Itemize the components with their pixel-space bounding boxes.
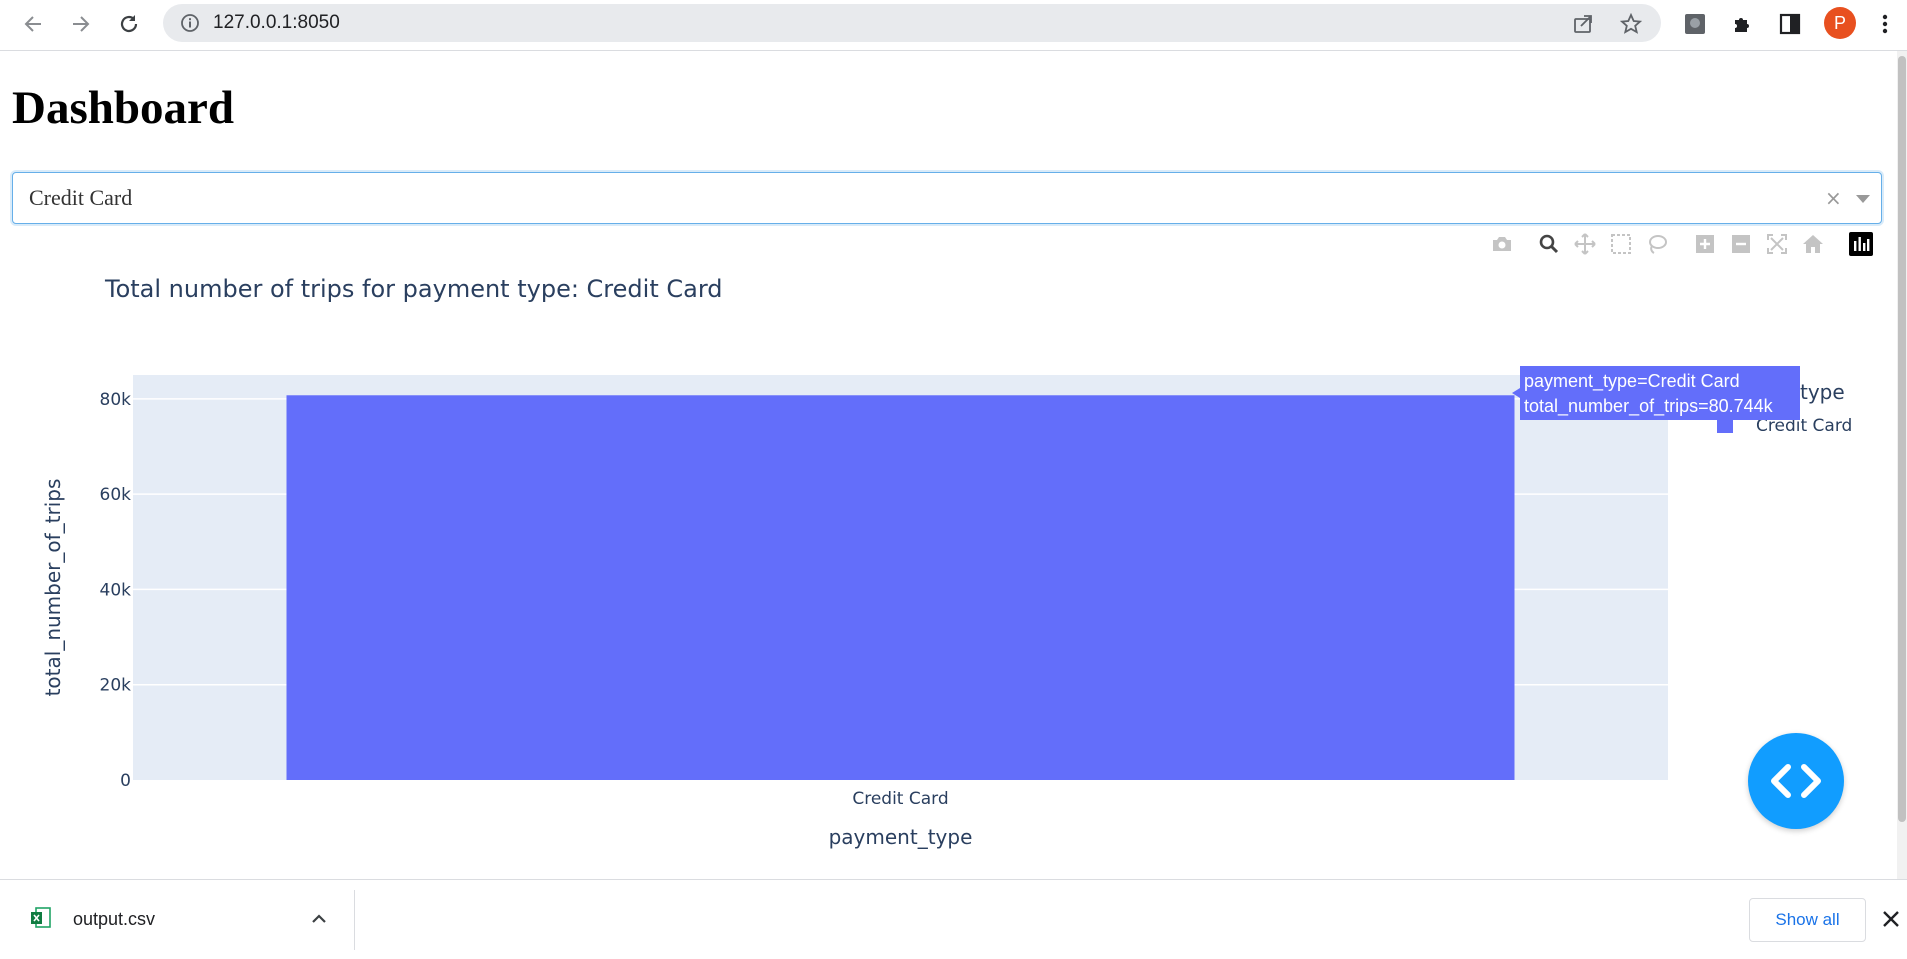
hover-tooltip: payment_type=Credit Card total_number_of… (1512, 366, 1800, 420)
browser-toolbar: 127.0.0.1:8050 P (0, 0, 1907, 51)
legend-title: type (1800, 380, 1845, 404)
scrollbar-thumb[interactable] (1898, 56, 1906, 822)
code-brackets-icon (1771, 764, 1821, 798)
info-icon[interactable] (180, 13, 200, 38)
tooltip-line-2: total_number_of_trips=80.744k (1524, 396, 1774, 417)
share-icon[interactable] (1572, 13, 1594, 35)
chevron-up-icon[interactable] (308, 908, 330, 935)
show-all-button[interactable]: Show all (1749, 898, 1866, 942)
y-tick-label: 40k (100, 580, 132, 600)
y-tick-label: 60k (100, 485, 132, 505)
reload-icon[interactable] (114, 9, 144, 39)
close-icon[interactable] (1880, 908, 1902, 935)
kebab-menu-icon[interactable] (1870, 9, 1900, 39)
download-bar: output.csv Show all (0, 879, 1907, 959)
forward-arrow-icon[interactable] (66, 9, 96, 39)
y-tick-label: 0 (120, 771, 131, 791)
divider (354, 890, 355, 950)
page-content: Dashboard Credit Card × Total number of … (0, 51, 1897, 879)
tooltip-line-1: payment_type=Credit Card (1524, 371, 1740, 392)
side-panel-icon[interactable] (1775, 9, 1805, 39)
back-arrow-icon[interactable] (18, 9, 48, 39)
address-bar[interactable]: 127.0.0.1:8050 (163, 4, 1661, 42)
code-toggle-button[interactable] (1748, 733, 1844, 829)
puzzle-icon[interactable] (1728, 9, 1758, 39)
url-text[interactable]: 127.0.0.1:8050 (213, 4, 340, 42)
excel-file-icon[interactable] (30, 907, 52, 934)
bar-chart: Total number of trips for payment type: … (41, 275, 1852, 849)
y-tick-label: 20k (100, 676, 132, 696)
y-tick-label: 80k (100, 390, 132, 410)
chart-title: Total number of trips for payment type: … (104, 275, 723, 303)
y-axis-label: total_number_of_trips (41, 479, 65, 697)
extension-icon[interactable] (1680, 9, 1710, 39)
bookmark-star-icon[interactable] (1619, 12, 1643, 35)
bar-credit-card[interactable] (286, 395, 1515, 780)
x-tick-label: Credit Card (852, 789, 948, 809)
download-file-name[interactable]: output.csv (73, 880, 155, 959)
avatar[interactable]: P (1824, 7, 1856, 39)
x-axis-label: payment_type (829, 825, 973, 849)
